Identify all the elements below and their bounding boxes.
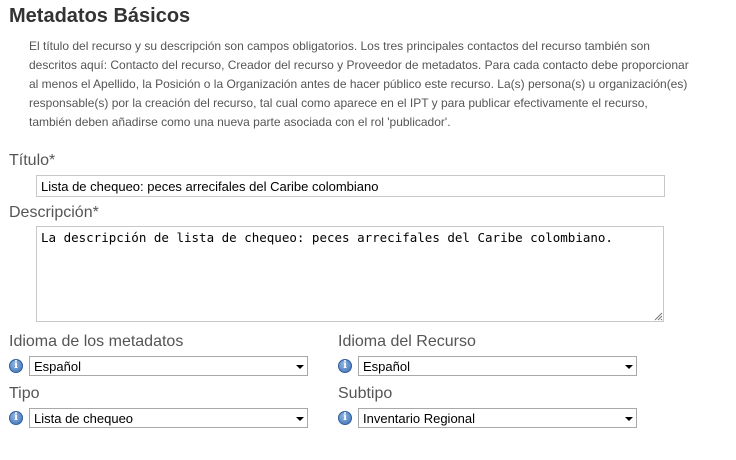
chevron-down-icon	[625, 365, 633, 369]
idioma-metadatos-value: Español	[34, 359, 81, 374]
tipo-select[interactable]: Lista de chequeo	[29, 408, 308, 428]
idioma-recurso-value: Español	[363, 359, 410, 374]
info-icon[interactable]: i	[338, 359, 352, 373]
section-title: Metadatos Básicos	[9, 5, 191, 27]
descripcion-wrapper: La descripción de lista de chequeo: pece…	[36, 226, 664, 322]
subtipo-label: Subtipo	[338, 385, 393, 402]
idioma-recurso-select[interactable]: Español	[358, 356, 637, 376]
section-intro: El título del recurso y su descripción s…	[29, 39, 689, 129]
descripcion-textarea[interactable]: La descripción de lista de chequeo: pece…	[36, 226, 664, 322]
tipo-label: Tipo	[9, 385, 40, 402]
chevron-down-icon	[625, 417, 633, 421]
resize-grip-icon[interactable]	[653, 311, 663, 321]
descripcion-label: Descripción*	[9, 204, 99, 221]
subtipo-value: Inventario Regional	[363, 411, 476, 426]
info-icon[interactable]: i	[338, 411, 352, 425]
idioma-metadatos-select[interactable]: Español	[29, 356, 308, 376]
titulo-input[interactable]	[36, 175, 665, 197]
idioma-recurso-label: Idioma del Recurso	[338, 333, 476, 350]
subtipo-select[interactable]: Inventario Regional	[358, 408, 637, 428]
info-icon[interactable]: i	[9, 411, 23, 425]
titulo-label: Título*	[9, 152, 56, 169]
chevron-down-icon	[296, 365, 304, 369]
idioma-metadatos-label: Idioma de los metadatos	[9, 333, 184, 350]
chevron-down-icon	[296, 417, 304, 421]
info-icon[interactable]: i	[9, 359, 23, 373]
tipo-value: Lista de chequeo	[34, 411, 134, 426]
